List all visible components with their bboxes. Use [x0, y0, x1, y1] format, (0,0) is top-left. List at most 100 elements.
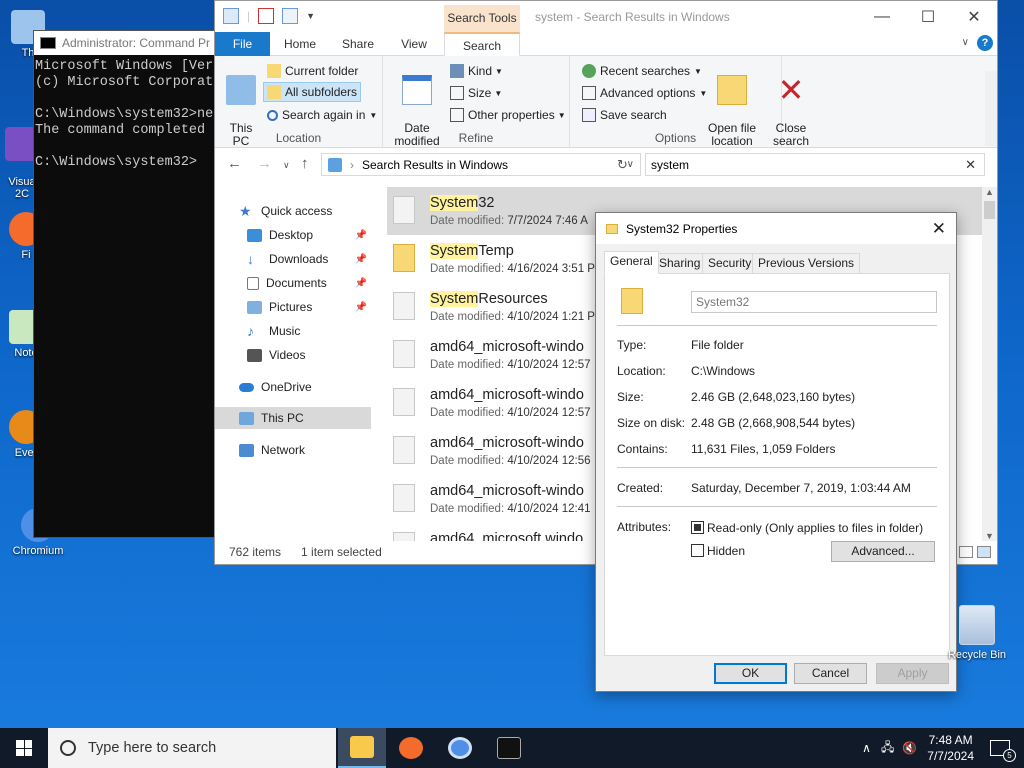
nav-item-onedrive[interactable]: OneDrive [215, 376, 371, 398]
other-properties-button[interactable]: Other properties ▼ [450, 105, 566, 125]
close-icon: ✕ [777, 72, 805, 108]
tab-previous-versions[interactable]: Previous Versions [752, 253, 861, 273]
nav-label: Documents [266, 276, 327, 290]
status-item-count: 762 items [229, 545, 282, 559]
taskbar-file-explorer[interactable] [338, 728, 386, 768]
chromium-icon [448, 737, 472, 759]
advanced-button[interactable]: Advanced... [831, 541, 935, 562]
minimize-button[interactable]: — [859, 1, 905, 32]
ribbon-collapse-icon[interactable]: ∨ [962, 37, 969, 48]
tab-general[interactable]: General [604, 251, 659, 274]
all-subfolders-button[interactable]: All subfolders [263, 82, 362, 102]
nav-item-downloads[interactable]: ↓ Downloads 📌 [215, 248, 371, 270]
close-button[interactable]: ✕ [951, 1, 997, 32]
chevron-up-icon[interactable]: ∧ [862, 741, 871, 755]
maximize-button[interactable]: ☐ [905, 1, 951, 32]
nav-item-this-pc[interactable]: This PC [215, 407, 371, 429]
clear-search-icon[interactable]: ✕ [965, 157, 976, 173]
clock-time: 7:48 AM [928, 733, 973, 747]
terminal-icon [497, 737, 521, 759]
hidden-checkbox[interactable] [691, 544, 704, 557]
tab-file[interactable]: File [215, 32, 270, 56]
network-icon[interactable]: 🖧 [881, 738, 894, 759]
recent-searches-button[interactable]: Recent searches ▼ [582, 61, 702, 81]
recent-searches-label: Recent searches [600, 64, 691, 78]
folder-icon [393, 292, 415, 320]
scroll-up-icon[interactable]: ▲ [985, 187, 994, 197]
taskbar-command-prompt[interactable] [485, 728, 533, 768]
kind-button[interactable]: Kind ▼ [450, 61, 503, 81]
close-search-button[interactable]: ✕ Close search [771, 62, 811, 148]
close-icon[interactable]: ✕ [932, 219, 946, 239]
nav-item-desktop[interactable]: Desktop 📌 [215, 224, 371, 246]
cancel-button[interactable]: Cancel [794, 663, 867, 684]
general-tab-panel: System32 Type: File folder Location: C:\… [604, 273, 950, 656]
tab-share[interactable]: Share [335, 32, 381, 56]
size-value: 2.46 GB (2,648,023,160 bytes) [691, 390, 856, 404]
advanced-options-button[interactable]: Advanced options ▼ [582, 83, 707, 103]
volume-muted-icon[interactable]: 🔇 [902, 741, 917, 755]
file-name: amd64_microsoft-windo [430, 435, 584, 451]
results-scrollbar[interactable]: ▲ ▼ [982, 187, 997, 541]
cmd-titlebar[interactable]: Administrator: Command Pr [34, 31, 232, 55]
nav-item-documents[interactable]: Documents 📌 [215, 272, 371, 294]
nav-item-videos[interactable]: Videos [215, 344, 371, 366]
tab-security[interactable]: Security [702, 253, 758, 273]
new-folder-icon[interactable] [282, 8, 299, 24]
tab-search[interactable]: Search [444, 32, 520, 56]
notification-icon[interactable]: 5 [990, 740, 1016, 762]
search-again-button[interactable]: Search again in ▼ [267, 105, 377, 125]
help-icon[interactable]: ? [977, 35, 993, 51]
search-ribbon: This PC Current folder All subfolders Se… [215, 56, 997, 148]
properties-dialog[interactable]: System32 Properties ✕ General Sharing Se… [595, 212, 957, 692]
current-folder-button[interactable]: Current folder [267, 61, 358, 81]
nav-item-pictures[interactable]: Pictures 📌 [215, 296, 371, 318]
taskbar-chromium[interactable] [436, 728, 484, 768]
ribbon-scrollbar[interactable] [985, 71, 997, 146]
desktop-icon [247, 228, 262, 242]
back-button[interactable]: ← [227, 155, 242, 172]
cloud-icon [239, 382, 254, 392]
music-icon: ♪ [247, 322, 254, 339]
address-bar[interactable]: › Search Results in Windows ∨ [321, 153, 641, 176]
start-button[interactable] [0, 728, 48, 768]
tab-sharing[interactable]: Sharing [653, 253, 707, 273]
taskbar-search-box[interactable]: Type here to search [48, 728, 336, 768]
size-button[interactable]: Size ▼ [450, 83, 502, 103]
breadcrumb-separator: › [350, 157, 354, 172]
divider [617, 325, 937, 326]
large-icons-view-icon[interactable] [977, 546, 991, 558]
apply-button[interactable]: Apply [876, 663, 949, 684]
up-button[interactable]: ↑ [301, 155, 309, 172]
recent-locations-icon[interactable]: ∨ [283, 160, 290, 171]
dropdown-icon: ▼ [694, 66, 702, 76]
properties-titlebar[interactable]: System32 Properties ✕ [596, 213, 956, 244]
tab-view[interactable]: View [391, 32, 437, 56]
details-view-icon[interactable] [959, 546, 973, 558]
properties-icon[interactable] [258, 8, 275, 24]
refresh-icon[interactable]: ↻ [617, 157, 628, 173]
desktop-icon-recycle-bin[interactable]: Recycle Bin [946, 605, 1008, 661]
nav-item-music[interactable]: ♪ Music [215, 320, 371, 342]
address-text: Search Results in Windows [362, 157, 509, 172]
scrollbar-thumb[interactable] [984, 201, 995, 219]
nav-item-network[interactable]: Network [215, 439, 371, 461]
qat-dropdown-icon[interactable]: ▼ [306, 11, 315, 21]
clock[interactable]: 7:48 AM 7/7/2024 [927, 732, 974, 764]
taskbar: Type here to search ∧ 🖧 🔇 7:48 AM 7/7/20… [0, 728, 1024, 768]
readonly-checkbox[interactable] [691, 521, 704, 534]
cmd-output[interactable]: Microsoft Windows [Vers (c) Microsoft Co… [34, 55, 232, 175]
explorer-titlebar[interactable]: | ▼ Search Tools system - Search Results… [215, 1, 997, 32]
taskbar-firefox[interactable] [387, 728, 435, 768]
nav-item-quick-access[interactable]: ★ Quick access [215, 200, 371, 222]
contains-label: Contains: [617, 442, 668, 456]
tab-home[interactable]: Home [275, 32, 325, 56]
folder-name-field[interactable]: System32 [691, 291, 937, 313]
clock-date: 7/7/2024 [927, 749, 974, 763]
command-prompt-window[interactable]: Administrator: Command Pr Microsoft Wind… [33, 30, 233, 538]
save-search-button[interactable]: Save search [582, 105, 667, 125]
name-rest: 32 [478, 195, 495, 211]
search-input[interactable]: system ✕ [645, 153, 985, 176]
forward-button[interactable]: → [257, 155, 272, 172]
ok-button[interactable]: OK [714, 663, 787, 684]
